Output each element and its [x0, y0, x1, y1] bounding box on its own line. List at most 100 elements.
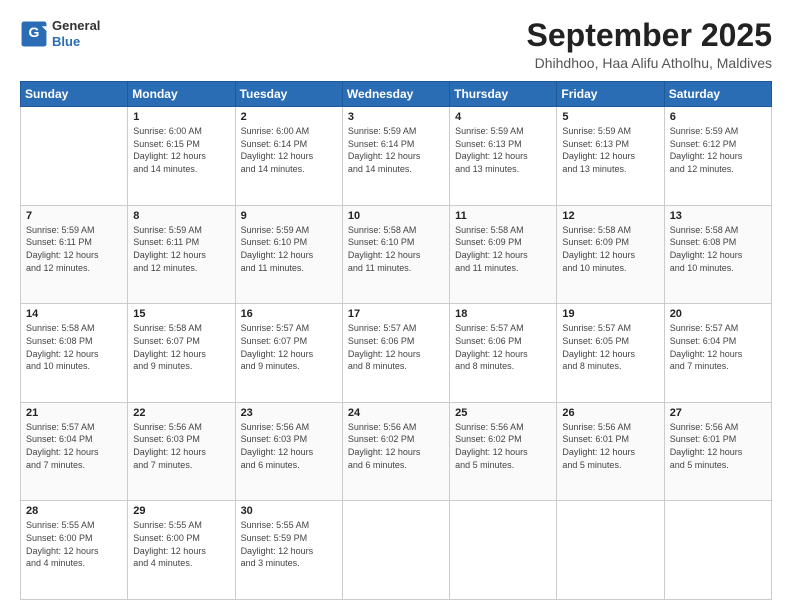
day-info: Sunrise: 5:56 AM Sunset: 6:01 PM Dayligh… — [670, 421, 766, 471]
calendar-cell — [664, 501, 771, 600]
calendar-header-row: SundayMondayTuesdayWednesdayThursdayFrid… — [21, 82, 772, 107]
logo-icon: G — [20, 20, 48, 48]
day-info: Sunrise: 5:58 AM Sunset: 6:09 PM Dayligh… — [455, 224, 551, 274]
calendar-cell: 20 Sunrise: 5:57 AM Sunset: 6:04 PM Dayli… — [664, 304, 771, 403]
calendar-cell: 1Sunrise: 6:00 AM Sunset: 6:15 PM Daylig… — [128, 107, 235, 206]
day-info: Sunrise: 5:59 AM Sunset: 6:11 PM Dayligh… — [133, 224, 229, 274]
day-header-saturday: Saturday — [664, 82, 771, 107]
day-info: Sunrise: 5:59 AM Sunset: 6:12 PM Dayligh… — [670, 125, 766, 175]
day-info: Sunrise: 5:57 AM Sunset: 6:06 PM Dayligh… — [455, 322, 551, 372]
day-number: 30 — [241, 505, 337, 517]
day-number: 20 — [670, 308, 766, 320]
logo-text: General Blue — [52, 18, 100, 49]
calendar-cell: 25 Sunrise: 5:56 AM Sunset: 6:02 PM Dayli… — [450, 402, 557, 501]
calendar-cell: 28Sunrise: 5:55 AM Sunset: 6:00 PM Dayli… — [21, 501, 128, 600]
day-number: 5 — [562, 111, 658, 123]
location-subtitle: Dhihdhoo, Haa Alifu Atholhu, Maldives — [527, 55, 772, 71]
calendar-cell: 21 Sunrise: 5:57 AM Sunset: 6:04 PM Dayli… — [21, 402, 128, 501]
calendar-cell — [557, 501, 664, 600]
calendar-cell: 27 Sunrise: 5:56 AM Sunset: 6:01 PM Dayli… — [664, 402, 771, 501]
day-number: 14 — [26, 308, 122, 320]
day-info: Sunrise: 5:58 AM Sunset: 6:08 PM Dayligh… — [670, 224, 766, 274]
day-number: 19 — [562, 308, 658, 320]
day-header-thursday: Thursday — [450, 82, 557, 107]
day-number: 15 — [133, 308, 229, 320]
day-header-sunday: Sunday — [21, 82, 128, 107]
logo-line1: General — [52, 18, 100, 34]
day-number: 25 — [455, 407, 551, 419]
day-info: Sunrise: 5:55 AM Sunset: 6:00 PM Dayligh… — [26, 519, 122, 569]
day-number: 8 — [133, 210, 229, 222]
day-number: 3 — [348, 111, 444, 123]
calendar-cell: 16Sunrise: 5:57 AM Sunset: 6:07 PM Dayli… — [235, 304, 342, 403]
calendar-cell: 2 Sunrise: 6:00 AM Sunset: 6:14 PM Daylig… — [235, 107, 342, 206]
day-number: 4 — [455, 111, 551, 123]
day-header-friday: Friday — [557, 82, 664, 107]
calendar-table: SundayMondayTuesdayWednesdayThursdayFrid… — [20, 81, 772, 600]
day-number: 13 — [670, 210, 766, 222]
header: G General Blue September 2025 Dhihdhoo, … — [20, 18, 772, 71]
day-number: 29 — [133, 505, 229, 517]
day-info: Sunrise: 6:00 AM Sunset: 6:14 PM Dayligh… — [241, 125, 337, 175]
calendar-cell: 3 Sunrise: 5:59 AM Sunset: 6:14 PM Daylig… — [342, 107, 449, 206]
day-number: 21 — [26, 407, 122, 419]
calendar-cell: 18 Sunrise: 5:57 AM Sunset: 6:06 PM Dayli… — [450, 304, 557, 403]
day-info: Sunrise: 5:55 AM Sunset: 5:59 PM Dayligh… — [241, 519, 337, 569]
svg-text:G: G — [29, 24, 40, 40]
calendar-cell: 12Sunrise: 5:58 AM Sunset: 6:09 PM Dayli… — [557, 205, 664, 304]
day-number: 2 — [241, 111, 337, 123]
day-info: Sunrise: 5:57 AM Sunset: 6:04 PM Dayligh… — [26, 421, 122, 471]
day-number: 12 — [562, 210, 658, 222]
day-info: Sunrise: 5:58 AM Sunset: 6:10 PM Dayligh… — [348, 224, 444, 274]
calendar-cell: 8 Sunrise: 5:59 AM Sunset: 6:11 PM Daylig… — [128, 205, 235, 304]
calendar-cell: 11Sunrise: 5:58 AM Sunset: 6:09 PM Dayli… — [450, 205, 557, 304]
calendar-cell — [21, 107, 128, 206]
day-number: 27 — [670, 407, 766, 419]
day-info: Sunrise: 5:59 AM Sunset: 6:11 PM Dayligh… — [26, 224, 122, 274]
logo: G General Blue — [20, 18, 100, 49]
day-number: 26 — [562, 407, 658, 419]
calendar-week-5: 28Sunrise: 5:55 AM Sunset: 6:00 PM Dayli… — [21, 501, 772, 600]
calendar-cell — [342, 501, 449, 600]
calendar-cell: 6 Sunrise: 5:59 AM Sunset: 6:12 PM Daylig… — [664, 107, 771, 206]
day-info: Sunrise: 5:56 AM Sunset: 6:01 PM Dayligh… — [562, 421, 658, 471]
day-info: Sunrise: 5:59 AM Sunset: 6:13 PM Dayligh… — [562, 125, 658, 175]
calendar-cell: 22Sunrise: 5:56 AM Sunset: 6:03 PM Dayli… — [128, 402, 235, 501]
day-number: 1 — [133, 111, 229, 123]
calendar-cell: 26 Sunrise: 5:56 AM Sunset: 6:01 PM Dayli… — [557, 402, 664, 501]
calendar-cell: 9 Sunrise: 5:59 AM Sunset: 6:10 PM Daylig… — [235, 205, 342, 304]
day-info: Sunrise: 5:59 AM Sunset: 6:13 PM Dayligh… — [455, 125, 551, 175]
day-number: 24 — [348, 407, 444, 419]
day-info: Sunrise: 5:59 AM Sunset: 6:14 PM Dayligh… — [348, 125, 444, 175]
day-info: Sunrise: 5:56 AM Sunset: 6:02 PM Dayligh… — [455, 421, 551, 471]
page: G General Blue September 2025 Dhihdhoo, … — [0, 0, 792, 612]
day-number: 18 — [455, 308, 551, 320]
calendar-cell: 23Sunrise: 5:56 AM Sunset: 6:03 PM Dayli… — [235, 402, 342, 501]
calendar-cell: 14 Sunrise: 5:58 AM Sunset: 6:08 PM Dayli… — [21, 304, 128, 403]
calendar-week-2: 7Sunrise: 5:59 AM Sunset: 6:11 PM Daylig… — [21, 205, 772, 304]
day-info: Sunrise: 5:57 AM Sunset: 6:04 PM Dayligh… — [670, 322, 766, 372]
calendar-cell: 15 Sunrise: 5:58 AM Sunset: 6:07 PM Dayli… — [128, 304, 235, 403]
calendar-week-3: 14 Sunrise: 5:58 AM Sunset: 6:08 PM Dayli… — [21, 304, 772, 403]
day-info: Sunrise: 5:56 AM Sunset: 6:02 PM Dayligh… — [348, 421, 444, 471]
day-number: 10 — [348, 210, 444, 222]
calendar-cell: 10 Sunrise: 5:58 AM Sunset: 6:10 PM Dayli… — [342, 205, 449, 304]
day-number: 6 — [670, 111, 766, 123]
day-number: 16 — [241, 308, 337, 320]
calendar-cell: 17Sunrise: 5:57 AM Sunset: 6:06 PM Dayli… — [342, 304, 449, 403]
day-info: Sunrise: 5:58 AM Sunset: 6:07 PM Dayligh… — [133, 322, 229, 372]
day-info: Sunrise: 5:58 AM Sunset: 6:08 PM Dayligh… — [26, 322, 122, 372]
calendar-cell: 4 Sunrise: 5:59 AM Sunset: 6:13 PM Daylig… — [450, 107, 557, 206]
day-info: Sunrise: 5:59 AM Sunset: 6:10 PM Dayligh… — [241, 224, 337, 274]
day-header-tuesday: Tuesday — [235, 82, 342, 107]
calendar-week-4: 21 Sunrise: 5:57 AM Sunset: 6:04 PM Dayli… — [21, 402, 772, 501]
calendar-cell: 24 Sunrise: 5:56 AM Sunset: 6:02 PM Dayli… — [342, 402, 449, 501]
day-number: 9 — [241, 210, 337, 222]
calendar-cell: 30 Sunrise: 5:55 AM Sunset: 5:59 PM Dayli… — [235, 501, 342, 600]
day-number: 23 — [241, 407, 337, 419]
day-info: Sunrise: 5:56 AM Sunset: 6:03 PM Dayligh… — [133, 421, 229, 471]
calendar-week-1: 1Sunrise: 6:00 AM Sunset: 6:15 PM Daylig… — [21, 107, 772, 206]
calendar-cell: 7Sunrise: 5:59 AM Sunset: 6:11 PM Daylig… — [21, 205, 128, 304]
logo-line2: Blue — [52, 34, 100, 50]
calendar-cell: 5 Sunrise: 5:59 AM Sunset: 6:13 PM Daylig… — [557, 107, 664, 206]
